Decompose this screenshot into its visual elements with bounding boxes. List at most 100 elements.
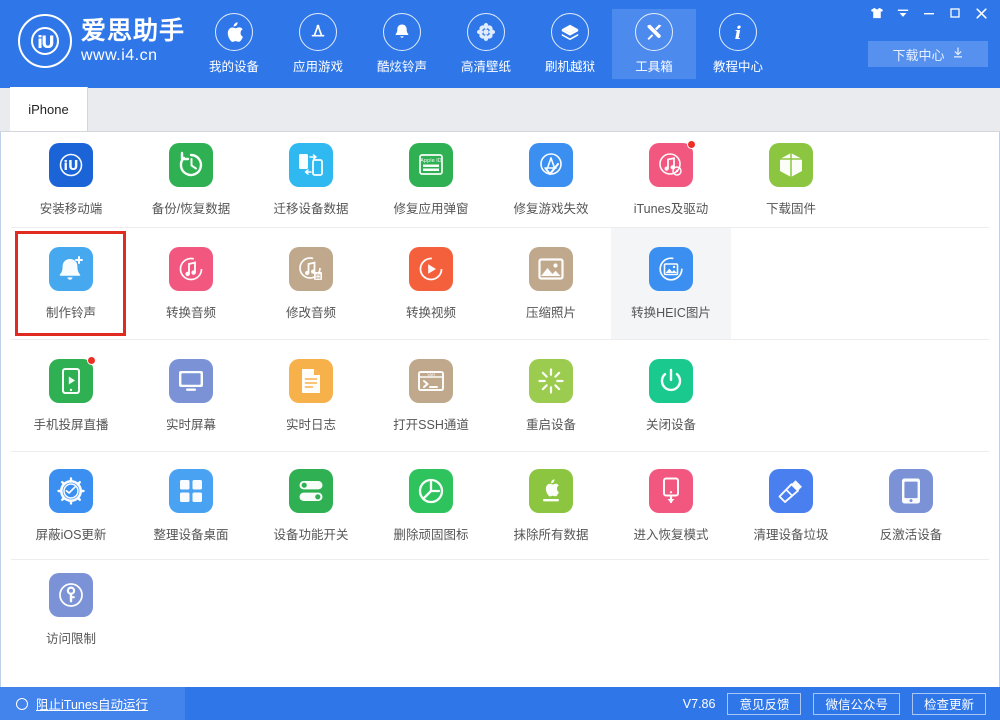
nav-label: 酷炫铃声 [377,56,427,75]
svg-text:自: 自 [315,271,322,280]
block-itunes-toggle[interactable]: 阻止iTunes自动运行 [0,687,185,720]
nav-item-my-device[interactable]: 我的设备 [192,9,276,79]
tool-item-label: 迁移设备数据 [273,198,348,217]
toolbox-row: 手机投屏直播 实时屏幕实时日志 SSH 打开SSH通道 重启设备 关闭设备 [11,340,989,452]
delete-icon-icon [409,469,453,513]
screen-cast-icon [49,359,93,403]
svg-text:SSH: SSH [427,372,435,377]
tab-iphone[interactable]: iPhone [10,87,88,131]
tool-item-label: 安装移动端 [40,198,103,217]
nav-label: 我的设备 [209,56,259,75]
tool-item-label: 修复应用弹窗 [393,198,468,217]
menu-dropdown-icon[interactable] [890,3,916,23]
nav-label: 工具箱 [635,56,673,75]
tool-item-deactivate-device[interactable]: 反激活设备 [851,452,971,559]
tool-item-ssh-terminal[interactable]: SSH 打开SSH通道 [371,340,491,451]
tool-item-feature-toggle[interactable]: 设备功能开关 [251,452,371,559]
i4-app-icon: iU [49,143,93,187]
realtime-screen-icon [169,359,213,403]
maximize-icon[interactable] [942,3,968,23]
feedback-label: 意见反馈 [739,694,789,713]
device-migrate-icon [289,143,333,187]
tool-item-access-restriction[interactable]: 访问限制 [11,560,131,660]
tool-item-screen-cast[interactable]: 手机投屏直播 [11,340,131,451]
tool-item-delete-icon[interactable]: 删除顽固图标 [371,452,491,559]
compress-photo-icon [529,247,573,291]
tool-item-itunes-driver[interactable]: iTunes及驱动 [611,132,731,227]
toolbox-row: 屏蔽iOS更新整理设备桌面设备功能开关删除顽固图标抹除所有数据 进入恢复模式 清理设… [11,452,989,560]
tool-item-i4-app[interactable]: iU 安装移动端 [11,132,131,227]
toolbox-row: 制作铃声转换音频自修改音频转换视频压缩照片转换HEIC图片 [11,228,989,340]
itunes-driver-icon [649,143,693,187]
tool-item-label: 修改音频 [286,302,336,321]
close-icon[interactable] [968,3,994,23]
tool-item-backup-restore[interactable]: 备份/恢复数据 [131,132,251,227]
svg-text:Apple ID: Apple ID [420,158,441,164]
restart-device-icon [529,359,573,403]
tool-item-compress-photo[interactable]: 压缩照片 [491,228,611,339]
download-center-label: 下载中心 [892,45,944,64]
backup-restore-icon [169,143,213,187]
apple-icon [215,13,253,51]
tool-item-edit-audio[interactable]: 自修改音频 [251,228,371,339]
nav-item-app-games[interactable]: 应用游戏 [276,9,360,79]
convert-video-icon [409,247,453,291]
tool-item-appleid-card[interactable]: Apple ID 修复应用弹窗 [371,132,491,227]
tool-item-recovery-mode[interactable]: 进入恢复模式 [611,452,731,559]
power-off-icon [649,359,693,403]
tab-strip: iPhone [0,88,1000,132]
toolbox-row: iU 安装移动端 备份/恢复数据 迁移设备数据 Apple ID 修复应用弹窗 修复游戏失效… [11,132,989,228]
app-window: iU 爱思助手 www.i4.cn 我的设备 [0,0,1000,720]
make-ringtone-icon [49,247,93,291]
tool-item-device-migrate[interactable]: 迁移设备数据 [251,132,371,227]
tool-item-convert-heic[interactable]: 转换HEIC图片 [611,228,731,339]
nav-item-jailbreak[interactable]: 刷机越狱 [528,9,612,79]
tool-item-label: 抹除所有数据 [513,524,588,543]
wechat-label: 微信公众号 [825,694,888,713]
tool-item-convert-audio[interactable]: 转换音频 [131,228,251,339]
status-bar: 阻止iTunes自动运行 V7.86 意见反馈 微信公众号 检查更新 [0,687,1000,720]
tool-item-firmware-box[interactable]: 下载固件 [731,132,851,227]
tool-item-label: 进入恢复模式 [633,524,708,543]
feedback-button[interactable]: 意见反馈 [727,693,801,715]
tool-item-appstore-fix[interactable]: 修复游戏失效 [491,132,611,227]
tool-item-label: 打开SSH通道 [393,414,469,433]
tool-item-block-ios-update[interactable]: 屏蔽iOS更新 [11,452,131,559]
nav-item-wallpapers[interactable]: 高清壁纸 [444,9,528,79]
tool-item-convert-video[interactable]: 转换视频 [371,228,491,339]
skin-icon[interactable] [864,3,890,23]
tool-item-label: 压缩照片 [526,302,576,321]
window-controls [864,3,994,23]
tool-item-realtime-screen[interactable]: 实时屏幕 [131,340,251,451]
tool-item-label: 转换HEIC图片 [631,302,711,321]
tool-item-label: 访问限制 [46,628,96,647]
edit-audio-icon: 自 [289,247,333,291]
tool-item-label: 重启设备 [526,414,576,433]
realtime-log-icon [289,359,333,403]
block-itunes-label: 阻止iTunes自动运行 [36,694,148,713]
check-update-button[interactable]: 检查更新 [912,693,986,715]
tool-item-power-off[interactable]: 关闭设备 [611,340,731,451]
tool-item-realtime-log[interactable]: 实时日志 [251,340,371,451]
tool-item-label: 备份/恢复数据 [152,198,230,217]
minimize-icon[interactable] [916,3,942,23]
tool-item-organize-desktop[interactable]: 整理设备桌面 [131,452,251,559]
tool-item-label: 手机投屏直播 [33,414,108,433]
ssh-terminal-icon: SSH [409,359,453,403]
notification-badge [687,140,696,149]
nav-item-ringtones[interactable]: 酷炫铃声 [360,9,444,79]
nav-item-toolbox[interactable]: 工具箱 [612,9,696,79]
nav-item-tutorials[interactable]: i 教程中心 [696,9,780,79]
tool-item-label: 制作铃声 [46,302,96,321]
tool-item-clean-junk[interactable]: 清理设备垃圾 [731,452,851,559]
bell-icon [383,13,421,51]
appleid-card-icon: Apple ID [409,143,453,187]
svg-text:iU: iU [63,159,78,174]
tool-item-restart-device[interactable]: 重启设备 [491,340,611,451]
download-center-button[interactable]: 下载中心 [868,41,988,67]
tool-item-make-ringtone[interactable]: 制作铃声 [11,228,131,339]
tool-item-erase-data[interactable]: 抹除所有数据 [491,452,611,559]
tool-item-label: 反激活设备 [880,524,943,543]
tools-icon [635,13,673,51]
wechat-button[interactable]: 微信公众号 [813,693,900,715]
